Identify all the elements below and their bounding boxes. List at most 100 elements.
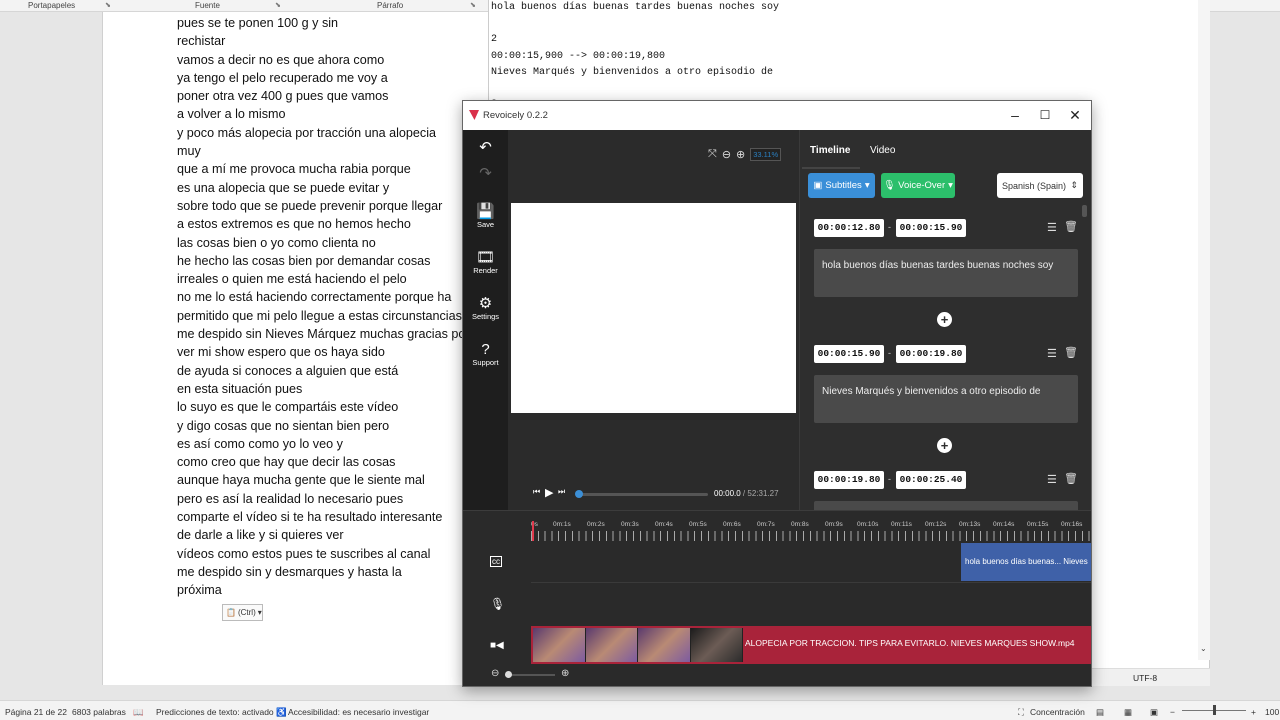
tab-timeline[interactable]: Timeline — [810, 145, 850, 156]
fit-screen-icon[interactable]: ⤧ — [708, 148, 717, 161]
chevron-down-icon: ▾ — [257, 608, 262, 617]
time-separator: - — [888, 222, 891, 232]
subtitle-end-time[interactable]: 00:00:25.40 — [896, 471, 966, 489]
ruler-label: 0m:5s — [689, 521, 707, 528]
tab-underline — [802, 167, 860, 169]
subtitle-list: 00:00:12.80 - 00:00:15.90 ☰ 🗑 hola bueno… — [800, 205, 1088, 510]
background-margin — [1210, 12, 1280, 700]
page-count[interactable]: Página 21 de 22 — [5, 707, 67, 717]
accessibility-status[interactable]: Accesibilidad: es necesario investigar — [288, 707, 429, 717]
notepad-text[interactable]: hola buenos días buenas tardes buenas no… — [491, 0, 779, 113]
voiceover-dropdown-button[interactable]: 🎙 Voice-Over ▾ — [881, 173, 955, 198]
subtitle-text-field[interactable]: hola buenos días buenas tardes buenas no… — [814, 249, 1078, 297]
subtitles-label: Subtitles — [825, 180, 862, 191]
time-separator: - — [888, 474, 891, 484]
timeline-zoom-handle[interactable] — [505, 671, 512, 678]
video-canvas — [511, 203, 796, 413]
render-button[interactable]: 🎞 Render — [463, 250, 508, 276]
skip-forward-icon[interactable]: ⏭ — [558, 487, 565, 497]
ribbon-group-clipboard[interactable]: Portapapeles — [28, 1, 75, 10]
proofing-icon[interactable]: 📖 — [133, 707, 144, 718]
timeline-zoom-control: ⊖ ⊕ — [488, 668, 608, 682]
subtitle-start-time[interactable]: 00:00:12.80 — [814, 219, 884, 237]
sliders-icon[interactable]: ☰ — [1047, 473, 1057, 486]
timeline-playhead[interactable] — [532, 521, 534, 541]
support-button[interactable]: ? Support — [463, 342, 508, 368]
word-document-text[interactable]: pues se te ponen 100 g y sin rechistar v… — [177, 14, 477, 600]
ribbon-group-font[interactable]: Fuente — [195, 1, 220, 10]
word-status-bar: Página 21 de 22 6803 palabras 📖 Predicci… — [0, 700, 1280, 720]
video-clip[interactable]: ALOPECIA POR TRACCION. TIPS PARA EVITARL… — [531, 626, 1091, 664]
add-subtitle-icon[interactable]: + — [937, 312, 952, 327]
skip-back-icon[interactable]: ⏮ — [533, 487, 540, 497]
revoicely-window[interactable]: Revoicely 0.2.2 – ☐ ✕ ↶ ↷ 💾 Save 🎞 Render … — [462, 100, 1092, 687]
add-subtitle-icon[interactable]: + — [937, 438, 952, 453]
ribbon-group-paragraph[interactable]: Párrafo — [377, 1, 403, 10]
paste-options-label: (Ctrl) — [237, 608, 256, 617]
subtitle-end-time[interactable]: 00:00:15.90 — [896, 219, 966, 237]
subtitle-track[interactable]: hola buenos días buenas... Nieves — [531, 543, 1091, 583]
zoom-out-icon[interactable]: − — [1170, 707, 1175, 717]
sliders-icon[interactable]: ☰ — [1047, 221, 1057, 234]
video-filename: ALOPECIA POR TRACCION. TIPS PARA EVITARL… — [745, 638, 1075, 648]
tab-video[interactable]: Video — [870, 145, 895, 156]
zoom-in-icon[interactable]: ⊕ — [736, 148, 745, 161]
doc-line: he hecho las cosas bien por demandar cos… — [177, 253, 431, 268]
maximize-icon[interactable]: ☐ — [1030, 105, 1060, 125]
paste-options-button[interactable]: 📋 (Ctrl) ▾ — [222, 604, 263, 621]
subtitle-text-field[interactable] — [814, 501, 1078, 510]
preview-zoom-value[interactable]: 33.11% — [750, 147, 782, 161]
play-icon[interactable]: ▶ — [545, 486, 553, 499]
web-layout-icon[interactable]: ▣ — [1150, 707, 1158, 718]
sliders-icon[interactable]: ☰ — [1047, 347, 1057, 360]
subtitle-start-time[interactable]: 00:00:19.80 — [814, 471, 884, 489]
print-layout-icon[interactable]: ▦ — [1124, 707, 1132, 718]
redo-button[interactable]: ↷ — [463, 166, 508, 182]
language-select[interactable]: Spanish (Spain) ⇕ — [997, 173, 1083, 198]
scroll-down-icon[interactable]: ⌄ — [1200, 644, 1207, 653]
doc-line: y digo cosas que no sientan bien pero — [177, 418, 390, 433]
zoom-out-icon[interactable]: ⊖ — [722, 148, 731, 161]
ruler-label: 0m:6s — [723, 521, 741, 528]
zoom-in-icon[interactable]: ⊕ — [561, 668, 569, 679]
trash-icon[interactable]: 🗑 — [1064, 472, 1078, 485]
zoom-slider-thumb[interactable] — [1213, 705, 1216, 715]
seek-handle[interactable] — [575, 490, 583, 498]
subtitle-end-time[interactable]: 00:00:19.80 — [896, 345, 966, 363]
trash-icon[interactable]: 🗑 — [1064, 346, 1078, 359]
voiceover-track[interactable] — [531, 584, 1091, 624]
trash-icon[interactable]: 🗑 — [1064, 220, 1078, 233]
zoom-out-icon[interactable]: ⊖ — [491, 668, 499, 679]
clipboard-icon: 📋 — [226, 608, 236, 617]
doc-line: no me lo está haciendo correctamente por… — [177, 290, 452, 305]
timeline-ruler[interactable]: 0s 0m:1s 0m:2s 0m:3s 0m:4s 0m:5s 0m:6s 0… — [531, 517, 1091, 541]
subtitle-text-field[interactable]: Nieves Marqués y bienvenidos a otro epis… — [814, 375, 1078, 423]
save-button[interactable]: 💾 Save — [463, 204, 508, 230]
doc-line: pero es así la realidad lo necesario pue… — [177, 491, 404, 506]
subtitle-start-time[interactable]: 00:00:15.90 — [814, 345, 884, 363]
zoom-level[interactable]: 100 — [1265, 707, 1279, 717]
read-mode-icon[interactable]: ▤ — [1096, 707, 1104, 718]
voiceover-label: Voice-Over — [898, 180, 946, 191]
doc-line: es una alopecia que se puede evitar y — [177, 180, 390, 195]
close-icon[interactable]: ✕ — [1060, 105, 1090, 125]
settings-button[interactable]: ⚙ Settings — [463, 296, 508, 322]
microphone-icon: 🎙 — [883, 180, 896, 191]
text-predictions[interactable]: Predicciones de texto: activado — [156, 707, 274, 717]
word-count[interactable]: 6803 palabras — [72, 707, 126, 717]
minimize-icon[interactable]: – — [1000, 105, 1030, 125]
subtitles-dropdown-button[interactable]: ▣ Subtitles ▾ — [808, 173, 875, 198]
dialog-launcher-icon[interactable]: ⬊ — [275, 1, 281, 9]
zoom-in-icon[interactable]: + — [1251, 707, 1256, 717]
doc-line: vamos a decir no es que ahora como — [177, 52, 385, 67]
timeline-zoom-slider[interactable] — [505, 674, 555, 676]
dialog-launcher-icon[interactable]: ⬊ — [105, 1, 111, 9]
focus-mode[interactable]: Concentración — [1030, 707, 1085, 717]
seek-bar[interactable] — [575, 490, 708, 498]
dialog-launcher-icon[interactable]: ⬊ — [470, 1, 476, 9]
undo-button[interactable]: ↶ — [463, 140, 508, 156]
subtitle-clip[interactable]: hola buenos días buenas... Nieves — [961, 543, 1091, 581]
revoicely-titlebar[interactable]: Revoicely 0.2.2 – ☐ ✕ — [463, 101, 1091, 130]
notepad-scrollbar[interactable]: ⌄ — [1198, 0, 1210, 660]
ruler-label: 0m:9s — [825, 521, 843, 528]
